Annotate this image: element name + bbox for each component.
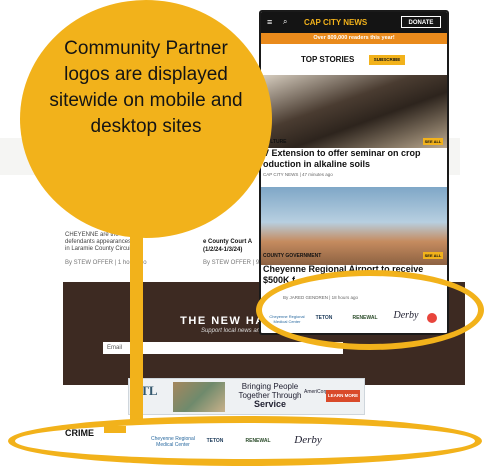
highlight-ring-desktop [8,416,482,466]
ad-line-3: Service [253,399,287,409]
donate-button[interactable]: DONATE [401,16,441,28]
search-icon[interactable]: ⌕ [283,17,287,27]
ad-banner[interactable]: STL Bringing People Together Through Ser… [128,378,365,415]
site-logo[interactable]: CAP CITY NEWS [304,18,367,27]
callout-pointer [130,200,143,423]
subscribe-button[interactable]: SUBSCRIBE [369,55,405,65]
ad-learn-more-button[interactable]: LEARN MORE [326,390,360,402]
story-headline[interactable]: V Extension to offer seminar on crop odu… [263,148,445,170]
mobile-nav-bar: ≡ ⌕ CAP CITY NEWS DONATE [261,12,447,33]
top-stories-heading: TOP STORIES [301,55,355,64]
readership-banner: Over 809,000 readers this year! [261,33,447,44]
story-image-rock[interactable] [261,75,447,148]
ad-message: Bringing People Together Through Service [230,382,310,409]
story-byline: CAP CITY NEWS | 47 minutes ago [263,172,333,177]
highlight-ring-mobile [256,270,484,350]
story-category[interactable]: COUNTY GOVERNMENT [263,253,321,259]
hamburger-menu-icon[interactable]: ≡ [267,17,272,27]
ad-photo [173,382,225,412]
see-all-button[interactable]: SEE ALL [423,252,443,259]
ad-line-1: Bringing People [241,382,299,391]
callout-text: Community Partner logos are displayed si… [49,38,243,137]
see-all-button[interactable]: SEE ALL [423,138,443,145]
